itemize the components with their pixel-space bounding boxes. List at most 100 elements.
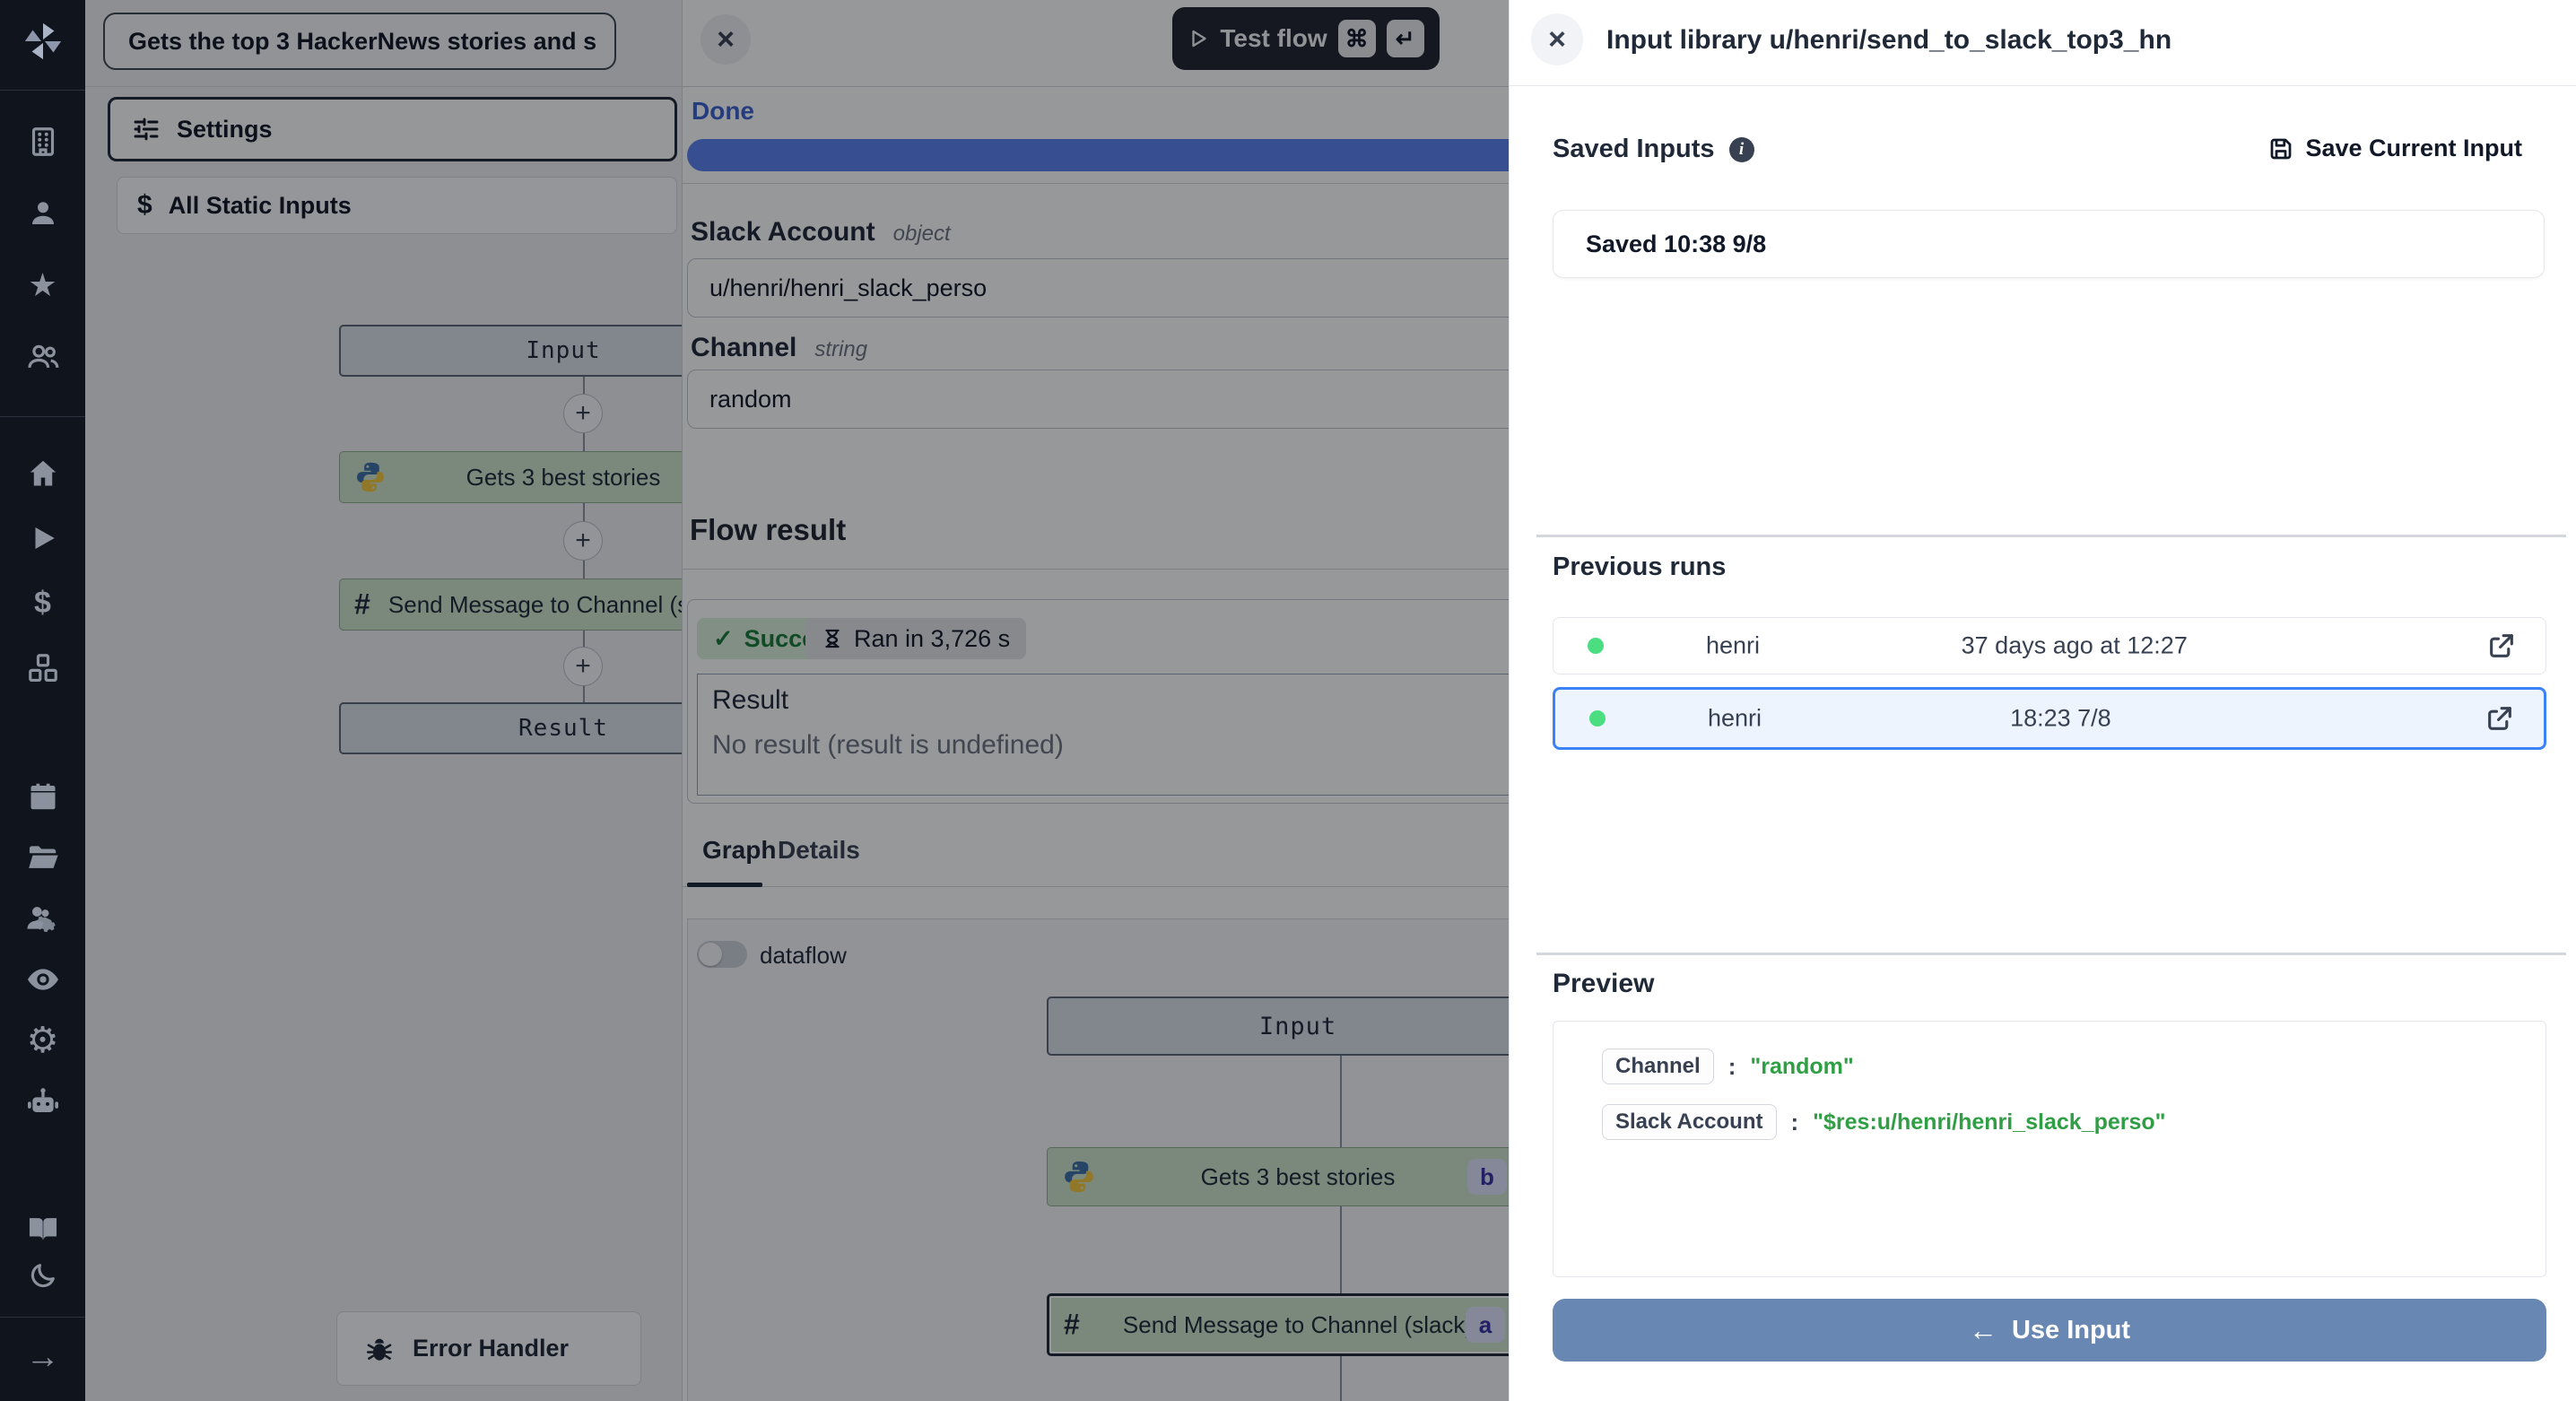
channel-input[interactable]: random bbox=[687, 370, 1509, 429]
user-icon[interactable] bbox=[0, 196, 85, 231]
flow-status-label: Done bbox=[692, 97, 754, 126]
workers-users-gear-icon[interactable] bbox=[0, 901, 85, 936]
duration-badge: Ran in 3,726 s bbox=[805, 618, 1026, 659]
collapse-arrow-right-icon[interactable]: → bbox=[0, 1338, 85, 1376]
home-icon[interactable] bbox=[0, 456, 85, 492]
saved-inputs-heading-row: Saved Inputs i bbox=[1553, 135, 1754, 164]
add-step-button[interactable]: + bbox=[563, 521, 603, 561]
workspace-building-icon[interactable] bbox=[0, 124, 85, 160]
preview-heading: Preview bbox=[1553, 969, 1654, 999]
close-icon: × bbox=[717, 22, 735, 57]
external-link-icon[interactable] bbox=[2486, 631, 2517, 661]
previous-run-row-selected[interactable]: henri 18:23 7/8 bbox=[1553, 687, 2546, 750]
editor-node-step1[interactable]: Gets 3 best stories bbox=[339, 451, 682, 503]
graph-node-step1[interactable]: Gets 3 best stories b bbox=[1047, 1147, 1509, 1206]
folders-icon[interactable] bbox=[0, 840, 85, 875]
python-icon bbox=[1062, 1160, 1096, 1194]
flow-settings-button[interactable]: Settings bbox=[108, 97, 677, 161]
close-icon: × bbox=[1548, 22, 1566, 57]
docs-book-icon[interactable] bbox=[0, 1211, 85, 1247]
saved-input-item[interactable]: Saved 10:38 9/8 bbox=[1553, 210, 2545, 278]
panel-header: × Input library u/henri/send_to_slack_to… bbox=[1510, 0, 2576, 86]
result-label: Result bbox=[712, 685, 788, 716]
slack-account-input[interactable]: u/henri/henri_slack_perso bbox=[687, 258, 1509, 318]
all-static-inputs-button[interactable]: $ All Static Inputs bbox=[117, 177, 677, 234]
groups-icon[interactable] bbox=[0, 339, 85, 375]
toggle-knob bbox=[699, 943, 722, 966]
enter-key-icon: ↵ bbox=[1387, 20, 1424, 57]
settings-label: Settings bbox=[177, 116, 273, 144]
step-id-badge: a bbox=[1466, 1307, 1505, 1343]
schedules-calendar-icon[interactable] bbox=[0, 779, 85, 814]
close-drawer-button[interactable]: × bbox=[701, 14, 751, 65]
audit-eye-icon[interactable] bbox=[0, 962, 85, 997]
divider bbox=[683, 569, 1509, 570]
graph-node-input[interactable]: Input bbox=[1047, 996, 1509, 1056]
external-link-icon[interactable] bbox=[2485, 703, 2515, 734]
tabs-divider bbox=[683, 886, 1509, 887]
use-input-button[interactable]: ← Use Input bbox=[1553, 1299, 2546, 1362]
run-status-dot bbox=[1588, 638, 1604, 654]
graph-node-step2-selected[interactable]: # Send Message to Channel (slack) a bbox=[1047, 1293, 1509, 1356]
star-icon[interactable]: ★ bbox=[0, 267, 85, 303]
app-root: ★ $ ⚙ bbox=[0, 0, 2576, 1401]
divider bbox=[683, 183, 1509, 184]
sidebar-divider bbox=[0, 1317, 85, 1318]
run-time: 18:23 7/8 bbox=[2010, 705, 2111, 733]
save-icon bbox=[2267, 135, 2294, 162]
settings-gear-icon[interactable]: ⚙ bbox=[0, 1022, 85, 1058]
info-icon: i bbox=[1729, 137, 1754, 162]
windmill-logo[interactable] bbox=[0, 20, 85, 63]
preview-value: "random" bbox=[1750, 1054, 1853, 1080]
arrow-left-icon: ← bbox=[1969, 1314, 1997, 1347]
panel-title: Input library u/henri/send_to_slack_top3… bbox=[1606, 25, 2171, 56]
editor-header-divider bbox=[85, 86, 682, 87]
check-icon: ✓ bbox=[713, 625, 734, 653]
section-divider bbox=[1536, 953, 2566, 955]
hourglass-icon bbox=[822, 627, 843, 650]
section-divider bbox=[1536, 535, 2566, 537]
preview-entry: Channel : "random" bbox=[1602, 1049, 1854, 1084]
runs-play-icon[interactable] bbox=[0, 520, 85, 556]
field-type: string bbox=[814, 337, 867, 362]
preview-key: Slack Account bbox=[1602, 1104, 1777, 1140]
resources-boxes-icon[interactable] bbox=[0, 650, 85, 686]
active-tab-underline bbox=[687, 883, 762, 887]
static-inputs-label: All Static Inputs bbox=[169, 192, 352, 220]
drawer-header-divider bbox=[683, 86, 1509, 87]
cmd-key-icon: ⌘ bbox=[1338, 20, 1376, 57]
run-user: henri bbox=[1706, 632, 1760, 660]
step-id-badge: b bbox=[1467, 1159, 1507, 1195]
variables-dollar-icon[interactable]: $ bbox=[0, 585, 85, 621]
sidebar-divider bbox=[0, 90, 85, 91]
error-handler-label: Error Handler bbox=[413, 1335, 569, 1362]
previous-runs-heading: Previous runs bbox=[1553, 553, 1726, 582]
add-step-button[interactable]: + bbox=[563, 647, 603, 686]
python-icon bbox=[354, 461, 387, 493]
field-label-channel: Channel string bbox=[691, 333, 867, 363]
close-panel-button[interactable]: × bbox=[1531, 13, 1583, 65]
preview-box: Channel : "random" Slack Account : "$res… bbox=[1553, 1021, 2546, 1277]
tab-details[interactable]: Details bbox=[778, 836, 860, 865]
save-current-input-button[interactable]: Save Current Input bbox=[2267, 135, 2522, 162]
theme-moon-icon[interactable] bbox=[0, 1257, 85, 1293]
previous-run-row[interactable]: henri 37 days ago at 12:27 bbox=[1553, 617, 2546, 674]
tab-graph[interactable]: Graph bbox=[702, 836, 776, 865]
flow-editor: Gets the top 3 HackerNews stories and s … bbox=[85, 0, 682, 1401]
test-flow-drawer: × Test flow ⌘ ↵ Done Slack Account objec… bbox=[682, 0, 1509, 1401]
flow-title: Gets the top 3 HackerNews stories and s bbox=[128, 28, 596, 56]
test-flow-button[interactable]: Test flow ⌘ ↵ bbox=[1172, 7, 1440, 70]
error-handler-node[interactable]: Error Handler bbox=[336, 1311, 641, 1386]
dataflow-label: dataflow bbox=[760, 942, 847, 970]
dataflow-toggle[interactable] bbox=[697, 941, 747, 968]
ai-bot-icon[interactable] bbox=[0, 1085, 85, 1121]
add-step-button[interactable]: + bbox=[563, 394, 603, 433]
editor-node-step2[interactable]: # Send Message to Channel (slack) bbox=[339, 579, 682, 631]
sidebar: ★ $ ⚙ bbox=[0, 0, 85, 1401]
flow-progress-bar bbox=[687, 139, 1509, 171]
sliders-icon bbox=[132, 115, 161, 144]
editor-node-result[interactable]: Result bbox=[339, 702, 682, 754]
flow-title-input[interactable]: Gets the top 3 HackerNews stories and s bbox=[103, 13, 616, 70]
run-time: 37 days ago at 12:27 bbox=[1962, 632, 2188, 660]
editor-node-input[interactable]: Input bbox=[339, 325, 682, 377]
